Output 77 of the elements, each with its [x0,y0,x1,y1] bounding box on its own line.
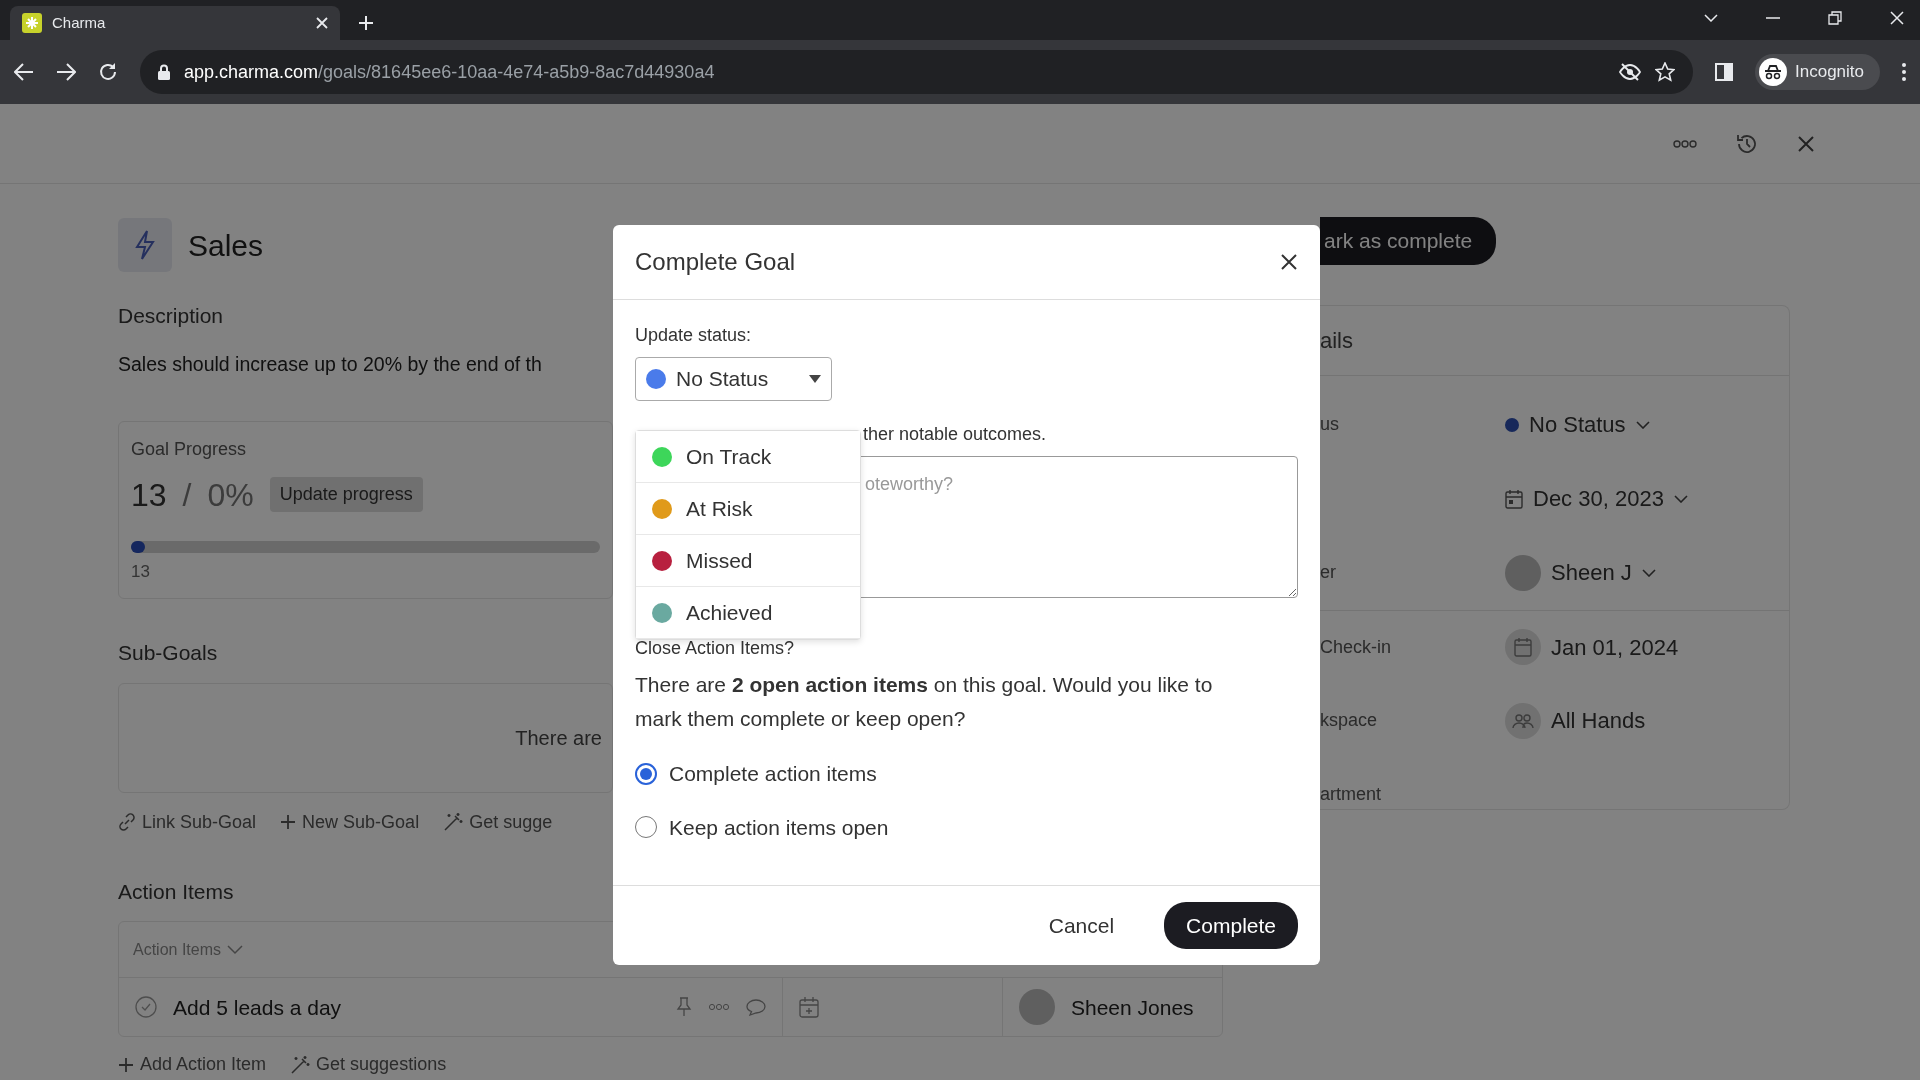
section-label: Description [118,303,224,329]
calendar-icon [1505,488,1523,509]
progress-percent: 0% [207,475,254,515]
field-value: Jan 01, 2024 [1551,633,1679,662]
section-label: Sub-Goals [118,640,218,667]
field-value-dropdown[interactable]: Sheen J [1551,556,1656,589]
field-label: Close Action Items? [635,637,796,660]
radio-option[interactable]: Complete action items [635,758,877,790]
avatar-icon [1505,554,1541,591]
action-link[interactable]: Get sugge [443,808,553,836]
update-progress-button[interactable]: Update progress [269,477,423,513]
field-label: artment [1320,783,1383,806]
field-value: All Hands [1551,707,1646,735]
action-link[interactable]: Get suggestions [290,1051,447,1079]
empty-text: There are [515,725,602,751]
card-title: Goal Progress [131,437,248,461]
avatar-icon [1019,989,1055,1026]
radio-option[interactable]: Keep action items open [635,811,889,843]
action-link[interactable]: Link Sub-Goal [118,808,257,836]
chevron-down-icon[interactable] [1704,14,1718,22]
chevron-down-icon [227,944,244,955]
calendar-icon [1505,629,1541,665]
assignee-name: Sheen Jones [1071,994,1194,1021]
status-option[interactable]: Achieved [636,587,860,639]
separator-text: / [182,475,192,515]
close-icon[interactable] [1280,253,1298,271]
people-icon [1505,702,1541,739]
lock-icon[interactable] [158,64,170,80]
field-label: er [1320,561,1337,584]
progress-label: 13 [131,560,151,583]
field-value-dropdown[interactable]: No Status [1529,408,1650,441]
section-label: Action Items [118,878,234,905]
cancel-button[interactable]: Cancel [1042,908,1121,943]
progress-value: 13 [131,475,167,515]
chevron-down-icon [1641,568,1656,577]
plus-icon [280,814,297,831]
link-icon [118,813,136,832]
complete-button[interactable]: Complete [1164,901,1298,950]
magic-wand-icon [443,812,464,833]
status-select[interactable]: No Status [635,357,832,401]
eye-slash-icon[interactable] [1619,63,1641,81]
back-icon[interactable] [14,63,34,81]
comment-icon[interactable] [746,998,766,1017]
field-label: kspace [1320,709,1379,732]
new-tab-icon[interactable] [358,15,374,31]
side-panel-icon[interactable] [1715,63,1733,81]
field-label: Update status: [635,324,753,347]
action-link[interactable]: Add Action Item [118,1051,267,1079]
restore-icon[interactable] [1828,11,1842,25]
action-link[interactable]: New Sub-Goal [280,808,420,836]
field-label: ther notable outcomes. [862,423,1048,446]
goal-title: Sales [188,227,264,264]
star-icon[interactable] [1655,62,1675,82]
kebab-menu-icon[interactable] [1902,63,1906,81]
status-option[interactable]: Missed [636,535,860,587]
status-option[interactable]: At Risk [636,483,860,535]
incognito-icon [1759,58,1787,86]
more-icon[interactable] [1673,139,1697,148]
plus-icon [118,1056,134,1073]
field-label: us [1320,413,1340,436]
favicon-icon [22,13,42,33]
field-value-dropdown[interactable]: Dec 30, 2023 [1533,482,1688,515]
modal-title: Complete Goal [635,247,796,277]
chevron-down-icon [1673,494,1688,503]
status-option[interactable]: On Track [636,431,860,483]
mark-complete-button[interactable]: ark as complete [1320,217,1497,265]
chevron-down-icon [1635,420,1650,429]
status-dot [1505,417,1519,432]
bolt-icon [134,230,156,260]
caret-icon [809,375,821,383]
reload-icon[interactable] [98,62,118,82]
check-circle-icon[interactable] [135,996,157,1019]
magic-wand-icon [290,1054,311,1075]
action-item-title: Add 5 leads a day [173,994,343,1021]
info-text: There are 2 open action items on this goal. Would you like to mark them complete or keep open? [635,672,1214,732]
forward-icon[interactable] [56,63,76,81]
field-label: Check-in [1320,635,1393,659]
